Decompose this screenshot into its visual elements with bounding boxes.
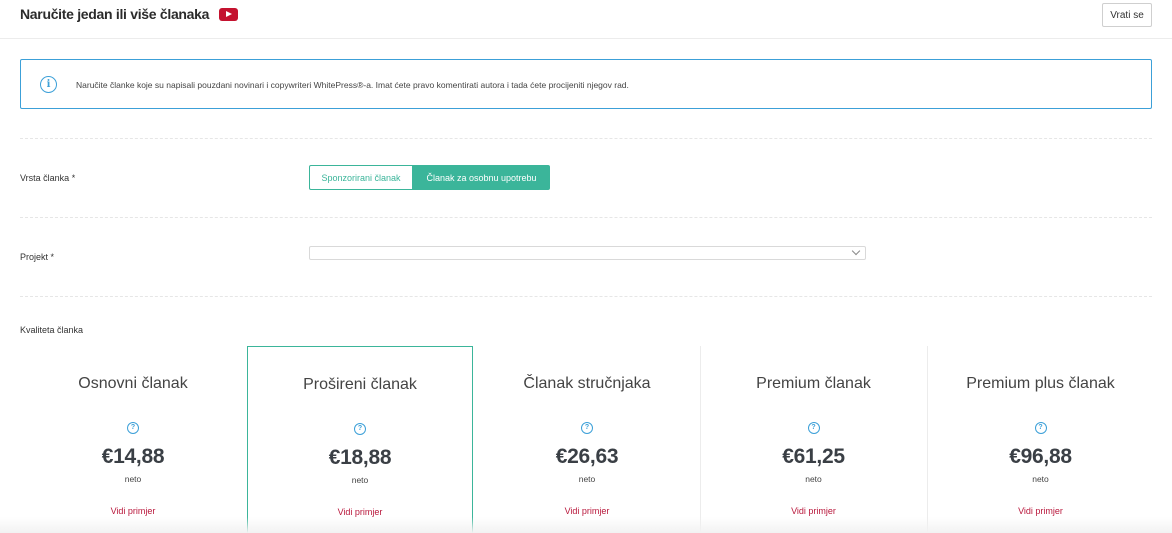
quality-card-premium[interactable]: Premium članak ? €61,25 neto Vidi primje… <box>700 346 926 533</box>
back-button[interactable]: Vrati se <box>1102 3 1152 27</box>
card-price-unit: neto <box>805 474 822 484</box>
info-text: Naručite članke koje su napisali pouzdan… <box>76 80 629 90</box>
project-label: Projekt * <box>20 252 55 262</box>
personal-use-article-option[interactable]: Članak za osobnu upotrebu <box>413 165 550 190</box>
divider <box>20 296 1152 297</box>
divider <box>20 217 1152 218</box>
question-icon[interactable]: ? <box>581 422 593 434</box>
question-icon[interactable]: ? <box>807 422 820 434</box>
divider <box>20 138 1152 139</box>
card-title: Premium članak <box>756 375 871 392</box>
quality-card-basic[interactable]: Osnovni članak ? €14,88 neto Vidi primje… <box>20 346 246 533</box>
quality-card-expert[interactable]: Članak stručnjaka ? €26,63 neto Vidi pri… <box>474 346 700 533</box>
quality-card-premium-plus[interactable]: Premium plus članak ? €96,88 neto Vidi p… <box>927 346 1153 533</box>
see-example-link[interactable]: Vidi primjer <box>20 506 246 516</box>
see-example-link[interactable]: Vidi primjer <box>248 507 472 517</box>
question-icon[interactable]: ? <box>127 422 139 434</box>
card-price: €18,88 <box>328 446 392 469</box>
card-price: €61,25 <box>782 445 845 468</box>
card-price-unit: neto <box>578 474 596 484</box>
see-example-link[interactable]: Vidi primjer <box>701 506 926 516</box>
article-type-toggle: Sponzorirani članak Članak za osobnu upo… <box>309 165 550 190</box>
chevron-down-icon <box>851 246 861 256</box>
card-price-unit: neto <box>1032 474 1049 484</box>
youtube-icon[interactable] <box>219 7 239 21</box>
see-example-link[interactable]: Vidi primjer <box>474 506 700 516</box>
card-price: €14,88 <box>101 445 165 468</box>
page-title-text: Naručite jedan ili više članaka <box>20 6 210 22</box>
project-select[interactable] <box>309 246 866 260</box>
question-icon[interactable]: ? <box>1034 422 1047 434</box>
see-example-link[interactable]: Vidi primjer <box>928 506 1153 516</box>
page-title: Naručite jedan ili više članaka <box>20 6 239 22</box>
article-type-label: Vrsta članka * <box>20 173 76 183</box>
card-title: Članak stručnjaka <box>523 375 651 392</box>
quality-cards: Osnovni članak ? €14,88 neto Vidi primje… <box>20 346 1152 533</box>
card-title: Premium plus članak <box>966 375 1115 392</box>
page-header: Naručite jedan ili više članaka Vrati se <box>0 0 1172 39</box>
card-price: €26,63 <box>555 445 619 468</box>
card-price: €96,88 <box>1009 445 1072 468</box>
info-box: i Naručite članke koje su napisali pouzd… <box>20 59 1152 109</box>
sponsored-article-option[interactable]: Sponzorirani članak <box>309 165 413 190</box>
info-icon: i <box>40 76 57 93</box>
card-title: Osnovni članak <box>78 375 188 392</box>
quality-card-extended[interactable]: Prošireni članak ? €18,88 neto Vidi prim… <box>247 346 473 533</box>
question-icon[interactable]: ? <box>354 423 366 435</box>
quality-label: Kvaliteta članka <box>20 325 84 335</box>
card-price-unit: neto <box>124 474 142 484</box>
card-price-unit: neto <box>351 475 369 485</box>
card-title: Prošireni članak <box>303 376 417 393</box>
